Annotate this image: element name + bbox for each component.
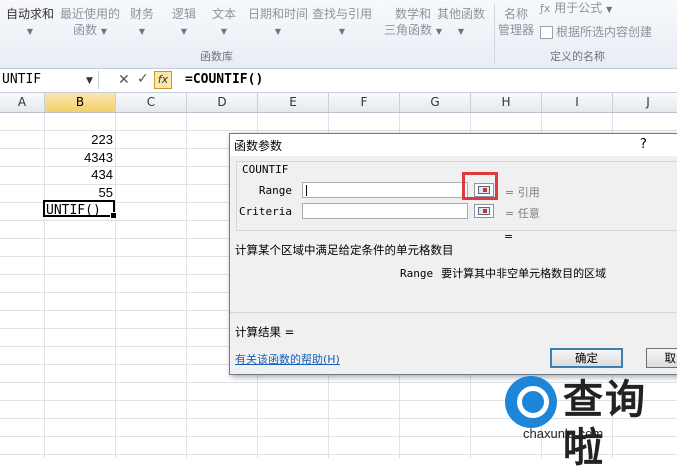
- active-cell[interactable]: UNTIF(): [43, 200, 117, 219]
- column-header-d[interactable]: D: [187, 93, 258, 112]
- dialog-title: 函数参数: [234, 139, 283, 153]
- check-icon[interactable]: ✓: [137, 71, 149, 87]
- autosum-label: 自动求和: [6, 7, 55, 21]
- logic-button[interactable]: 逻辑 ▼: [172, 6, 196, 40]
- cell-b2[interactable]: 4343: [45, 149, 113, 166]
- recent-functions-button[interactable]: 最近使用的 函数 ▼: [60, 6, 120, 40]
- cell-b1[interactable]: 223: [45, 131, 113, 148]
- watermark: 查询啦 chaxunla.com: [503, 372, 673, 471]
- autosum-dropdown-icon[interactable]: ▼: [27, 27, 33, 36]
- dialog-titlebar[interactable]: 函数参数 ?: [230, 134, 677, 156]
- range-result: = 引用: [505, 186, 540, 199]
- grid-line: [115, 113, 116, 458]
- use-in-formula-label: 用于公式: [554, 1, 603, 15]
- table-icon: [540, 26, 553, 39]
- math-button[interactable]: 数学和 三角函数 ▼: [384, 6, 442, 40]
- column-header-row: A B C D E F G H I J: [0, 93, 677, 113]
- cell-b4[interactable]: 55: [45, 184, 113, 201]
- recent-sub-label: 函数: [73, 23, 98, 37]
- name-manager-button[interactable]: 名称 管理器: [498, 6, 534, 38]
- ok-button[interactable]: 确定: [550, 348, 623, 368]
- formula-result: 计算结果 =: [235, 325, 295, 339]
- group-label-library: 函数库: [200, 50, 233, 63]
- finance-label: 财务: [130, 7, 155, 21]
- column-header-h[interactable]: H: [471, 93, 542, 112]
- chevron-down-icon: ▼: [457, 27, 465, 36]
- name-box[interactable]: UNTIF: [0, 71, 99, 89]
- function-description: 计算某个区域中满足给定条件的单元格数目: [235, 243, 454, 257]
- ribbon: 自动求和 ▼ 最近使用的 函数 ▼ 财务 ▼ 逻辑 ▼ 文本 ▼ 日期和时间 ▼…: [0, 0, 677, 69]
- math-label: 数学和: [394, 7, 431, 21]
- chevron-down-icon: ▼: [274, 27, 282, 36]
- formula-input[interactable]: =COUNTIF(): [185, 71, 263, 89]
- column-header-g[interactable]: G: [400, 93, 471, 112]
- create-from-selection-label: 根据所选内容创建: [556, 25, 653, 39]
- text-button[interactable]: 文本 ▼: [212, 6, 236, 40]
- highlight-box: [462, 172, 498, 200]
- help-link[interactable]: 有关该函数的帮助(H): [235, 351, 340, 367]
- fx-icon: ƒx: [540, 2, 551, 15]
- autosum-button[interactable]: 自动求和 ▼: [6, 6, 54, 40]
- argument-description-text: 要计算其中非空单元格数目的区域: [441, 267, 607, 280]
- function-result-equals: =: [504, 230, 514, 243]
- recent-label: 最近使用的: [60, 7, 121, 21]
- column-header-i[interactable]: I: [542, 93, 613, 112]
- chevron-down-icon: ▼: [606, 5, 613, 14]
- chevron-down-icon: ▼: [180, 27, 188, 36]
- column-header-b[interactable]: B: [45, 93, 116, 112]
- chevron-down-icon: ▼: [100, 27, 107, 36]
- argument-description: Range 要计算其中非空单元格数目的区域: [400, 265, 606, 281]
- function-name: COUNTIF: [241, 163, 290, 176]
- ribbon-divider: [494, 4, 495, 64]
- lookup-button[interactable]: 查找与引用 ▼: [312, 6, 372, 40]
- column-header-c[interactable]: C: [116, 93, 187, 112]
- chevron-down-icon: ▼: [138, 27, 146, 36]
- logic-label: 逻辑: [172, 7, 197, 21]
- cell-b3[interactable]: 434: [45, 166, 113, 183]
- datetime-button[interactable]: 日期和时间 ▼: [248, 6, 308, 40]
- help-icon[interactable]: ?: [640, 137, 647, 152]
- column-header-a[interactable]: A: [0, 93, 45, 112]
- name-manager-sub-label: 管理器: [498, 23, 535, 37]
- grid-line: [186, 113, 187, 458]
- function-arguments-dialog: 函数参数 ? COUNTIF Range = 引用 Criteria = 任意 …: [229, 133, 677, 375]
- text-label: 文本: [212, 7, 237, 21]
- criteria-label: Criteria: [239, 205, 292, 218]
- chevron-down-icon: ▼: [220, 27, 228, 36]
- search-logo-icon: [505, 376, 557, 428]
- math-sub-label: 三角函数: [384, 23, 433, 37]
- argument-description-name: Range: [400, 267, 434, 280]
- range-label: Range: [258, 184, 292, 197]
- column-header-j[interactable]: J: [613, 93, 677, 112]
- use-in-formula-button[interactable]: ƒx 用于公式 ▼: [540, 0, 612, 18]
- finance-button[interactable]: 财务 ▼: [130, 6, 154, 40]
- watermark-url: chaxunla.com: [523, 426, 604, 441]
- collapse-arrow-icon: [483, 209, 487, 213]
- formula-bar: UNTIF ▼ ✕ ✓ fx =COUNTIF(): [0, 69, 677, 93]
- cancel-button[interactable]: 取消: [646, 348, 677, 368]
- chevron-down-icon: ▼: [338, 27, 346, 36]
- criteria-input[interactable]: [302, 203, 468, 219]
- datetime-label: 日期和时间: [248, 7, 309, 21]
- column-header-e[interactable]: E: [258, 93, 329, 112]
- dialog-divider: [230, 312, 677, 313]
- name-manager-label: 名称: [504, 7, 529, 21]
- other-label: 其他函数: [437, 7, 486, 21]
- insert-function-icon[interactable]: fx: [154, 71, 172, 89]
- criteria-collapse-button[interactable]: [474, 204, 494, 218]
- other-functions-button[interactable]: 其他函数 ▼: [437, 6, 485, 40]
- range-input[interactable]: [302, 182, 468, 198]
- create-from-selection-button[interactable]: 根据所选内容创建: [540, 24, 652, 40]
- column-header-f[interactable]: F: [329, 93, 400, 112]
- cancel-icon[interactable]: ✕: [118, 72, 130, 88]
- chevron-down-icon[interactable]: ▼: [86, 76, 93, 86]
- criteria-result: = 任意: [505, 207, 540, 220]
- lookup-label: 查找与引用: [312, 7, 373, 21]
- group-label-names: 定义的名称: [550, 50, 605, 63]
